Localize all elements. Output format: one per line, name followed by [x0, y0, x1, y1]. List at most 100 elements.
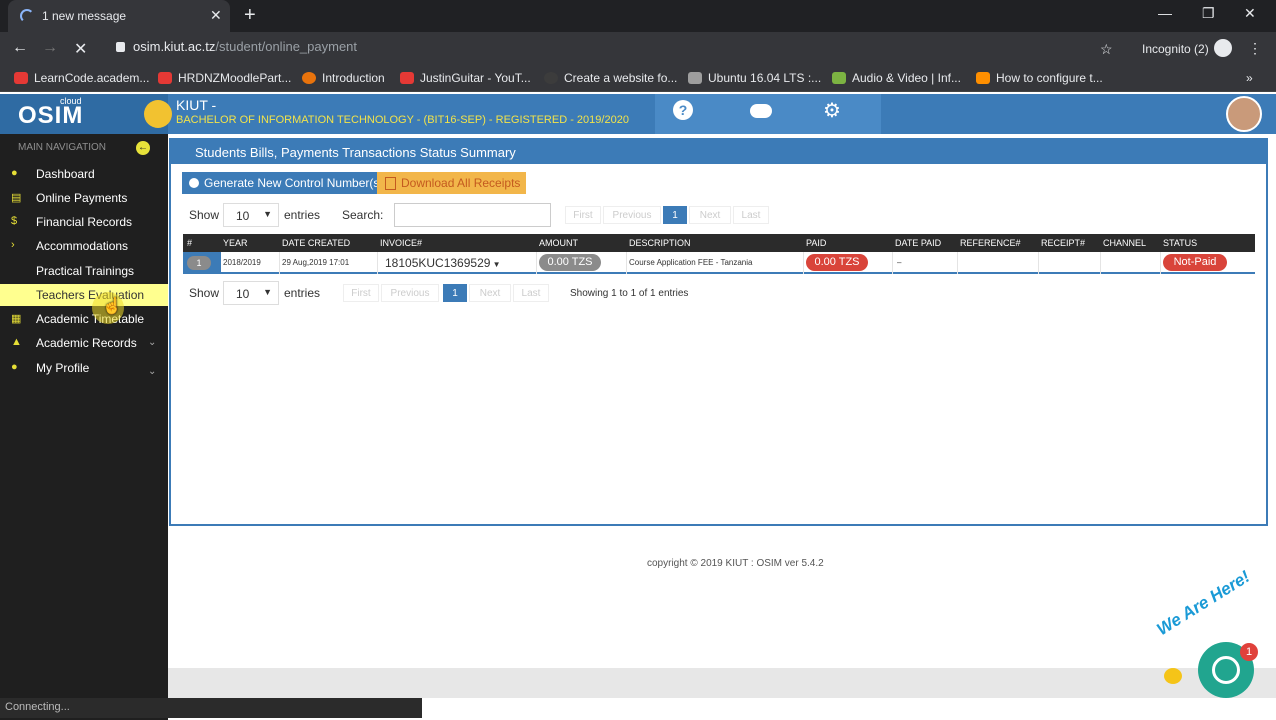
invoice-dropdown[interactable]: 18105KUC1369529 ▼ [385, 256, 501, 270]
avatar[interactable] [1226, 96, 1262, 132]
sidebar: MAIN NAVIGATION ← ● Dashboard ▤ Online P… [0, 134, 168, 720]
pagination-previous[interactable]: Previous [381, 284, 439, 302]
bookmark-item[interactable]: Ubuntu 16.04 LTS :... [688, 71, 821, 85]
collapse-sidebar-icon[interactable]: ← [136, 141, 150, 155]
search-input[interactable] [394, 203, 551, 227]
bookmark-item[interactable]: LearnCode.academ... [14, 71, 149, 85]
bookmark-item[interactable]: Audio & Video | Inf... [832, 71, 961, 85]
show-label: Show [189, 208, 220, 222]
sidebar-item-label: Accommodations [36, 239, 129, 253]
browser-toolbar: ← → ✕ osim.kiut.ac.tz/student/online_pay… [0, 32, 1276, 66]
pagination-first[interactable]: First [343, 284, 379, 302]
menu-kebab-icon[interactable]: ⋮ [1248, 40, 1262, 57]
pagination-next[interactable]: Next [469, 284, 511, 302]
sidebar-item-online-payments[interactable]: ▤ Online Payments [0, 187, 168, 209]
sidebar-item-label: Practical Trainings [36, 264, 135, 278]
logo-area[interactable]: OSIM cloud [0, 94, 168, 134]
pagination-last[interactable]: Last [513, 284, 549, 302]
copyright-text: copyright © 2019 KIUT : OSIM ver 5.4.2 [647, 558, 824, 569]
tab-close-icon[interactable]: ✕ [210, 7, 222, 24]
cell-date-paid: – [897, 258, 902, 267]
address-bar[interactable]: osim.kiut.ac.tz/student/online_payment [116, 39, 357, 54]
cell-year: 2018/2019 [223, 258, 261, 267]
sidebar-item-academic-records[interactable]: ▲ Academic Records ⌄ [0, 332, 168, 354]
search-label: Search: [342, 208, 384, 222]
stop-loading-icon[interactable]: ✕ [74, 39, 87, 59]
youtube-icon [14, 72, 28, 84]
sidebar-item-dashboard[interactable]: ● Dashboard [0, 163, 168, 185]
column-divider [892, 252, 893, 274]
cell-date-created: 29 Aug,2019 17:01 [282, 258, 350, 267]
column-divider [626, 252, 627, 274]
sidebar-item-academic-timetable[interactable]: ▦ Academic Timetable [0, 308, 168, 330]
bookmark-item[interactable]: Create a website fo... [544, 71, 677, 85]
column-header: INVOICE# [380, 238, 423, 248]
programme-label: BACHELOR OF INFORMATION TECHNOLOGY - (BI… [176, 114, 629, 126]
forward-icon[interactable]: → [42, 39, 58, 57]
dashboard-icon: ● [11, 167, 18, 179]
download-receipts-button[interactable]: Download All Receipts [377, 172, 527, 194]
minimize-icon[interactable]: — [1158, 5, 1172, 21]
row-index-cell: 1 [183, 252, 221, 274]
site-icon [976, 72, 990, 84]
page-size-select[interactable]: 10 ▼ [223, 203, 279, 227]
url-host: osim.kiut.ac.tz [133, 39, 216, 54]
amount-badge: 0.00 TZS [539, 254, 601, 271]
pagination-current[interactable]: 1 [443, 284, 467, 302]
restore-icon[interactable]: ❐ [1202, 5, 1215, 22]
chat-notification-badge: 1 [1240, 643, 1258, 661]
column-divider [377, 252, 378, 274]
bookmark-item[interactable]: JustinGuitar - YouT... [400, 71, 531, 85]
page-size-select-bottom[interactable]: 10 ▼ [223, 281, 279, 305]
dropdown-arrow-icon: ▼ [490, 260, 501, 269]
column-header: PAID [806, 238, 827, 248]
pagination-previous[interactable]: Previous [603, 206, 661, 224]
row-number-badge[interactable]: 1 [187, 256, 211, 270]
sidebar-item-label: Teachers Evaluation [36, 288, 145, 302]
column-header: AMOUNT [539, 238, 578, 248]
sidebar-item-my-profile[interactable]: ● My Profile ⌄ [0, 357, 168, 379]
bookmark-item[interactable]: HRDNZMoodlePart... [158, 71, 291, 85]
pagination-last[interactable]: Last [733, 206, 769, 224]
browser-tab-bar: 1 new message ✕ + — ❐ ✕ [0, 0, 1276, 32]
window-close-icon[interactable]: ✕ [1244, 5, 1256, 22]
ubuntu-icon [302, 72, 316, 84]
pagination-first[interactable]: First [565, 206, 601, 224]
incognito-label[interactable]: Incognito (2) [1142, 42, 1209, 56]
bookmark-star-icon[interactable]: ☆ [1100, 41, 1113, 58]
column-header: STATUS [1163, 238, 1198, 248]
generate-control-number-button[interactable]: Generate New Control Number(s) [182, 172, 390, 194]
column-divider [279, 252, 280, 274]
show-label-bottom: Show [189, 286, 220, 300]
sidebar-item-label: Dashboard [36, 167, 95, 181]
settings-icon[interactable]: ⚙ [823, 98, 841, 123]
sidebar-item-label: Financial Records [36, 215, 133, 229]
pagination-current[interactable]: 1 [663, 206, 687, 224]
footer-strip [168, 668, 1276, 698]
sidebar-item-practical-trainings[interactable]: Practical Trainings [0, 260, 168, 282]
pagination-next[interactable]: Next [689, 206, 731, 224]
bookmark-item[interactable]: Introduction [302, 71, 385, 85]
globe-icon [544, 72, 558, 84]
youtube-icon [158, 72, 172, 84]
logo-superscript: cloud [60, 96, 82, 106]
app-header: OSIM cloud KIUT - BACHELOR OF INFORMATIO… [0, 94, 1276, 134]
sidebar-item-financial-records[interactable]: $ Financial Records [0, 211, 168, 233]
more-bookmarks-icon[interactable]: » [1246, 71, 1253, 85]
table-row[interactable]: 1 2018/2019 29 Aug,2019 17:01 18105KUC13… [183, 252, 1255, 274]
incognito-icon[interactable] [1214, 39, 1232, 57]
bookmark-item[interactable]: How to configure t... [976, 71, 1103, 85]
browser-tab[interactable]: 1 new message ✕ [8, 0, 230, 32]
sidebar-item-teachers-evaluation[interactable]: Teachers Evaluation [0, 284, 168, 306]
column-header: REFERENCE# [960, 238, 1021, 248]
bills-panel: Students Bills, Payments Transactions St… [169, 138, 1268, 526]
back-icon[interactable]: ← [12, 39, 28, 57]
chat-icon[interactable] [750, 104, 772, 118]
column-divider [957, 252, 958, 274]
table-info: Showing 1 to 1 of 1 entries [570, 288, 689, 299]
new-tab-icon[interactable]: + [244, 4, 256, 27]
card-icon: ▤ [11, 192, 22, 204]
help-icon[interactable]: ? [673, 100, 693, 120]
sidebar-item-accommodations[interactable]: › Accommodations [0, 235, 168, 257]
waving-hand-icon [1164, 668, 1182, 684]
